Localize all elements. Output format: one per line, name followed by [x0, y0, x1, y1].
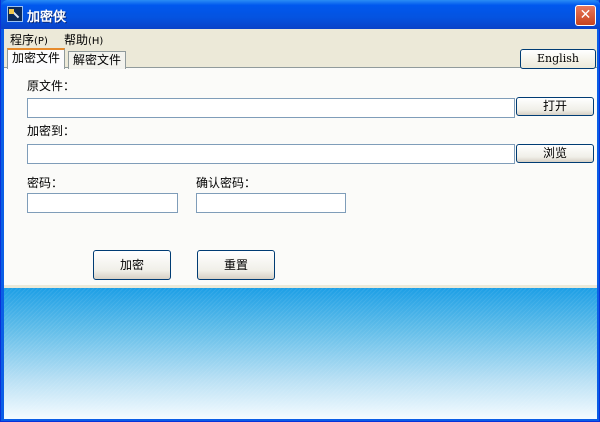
menu-program-label: 程序	[10, 33, 35, 47]
confirm-password-label: 确认密码：	[196, 176, 257, 190]
decorative-banner	[4, 288, 597, 419]
close-icon: ✕	[579, 7, 592, 23]
tab-decrypt-label: 解密文件	[73, 53, 122, 67]
app-icon	[7, 6, 23, 22]
menu-help[interactable]: 帮助(H)	[64, 31, 103, 48]
language-button[interactable]: English	[520, 49, 596, 69]
tab-encrypt-label: 加密文件	[12, 51, 61, 65]
encrypt-to-label: 加密到：	[27, 124, 76, 138]
menu-help-label: 帮助	[64, 33, 89, 47]
source-file-input[interactable]	[27, 98, 515, 118]
open-button[interactable]: 打开	[516, 97, 594, 116]
tab-decrypt-file[interactable]: 解密文件	[68, 51, 127, 69]
browse-button[interactable]: 浏览	[516, 144, 594, 163]
app-window: 加密侠 ✕ 程序(P) 帮助(H) 加密文件 解密文件 English 原文件：…	[0, 0, 600, 422]
encrypt-button[interactable]: 加密	[93, 250, 171, 280]
encrypt-to-input[interactable]	[27, 144, 515, 164]
title-bar[interactable]: 加密侠 ✕	[1, 0, 600, 29]
menu-program[interactable]: 程序(P)	[10, 31, 48, 48]
menu-program-accel: (P)	[34, 36, 48, 47]
menu-help-accel: (H)	[88, 36, 104, 47]
reset-button[interactable]: 重置	[197, 250, 275, 280]
close-button[interactable]: ✕	[575, 5, 596, 26]
tab-encrypt-file[interactable]: 加密文件	[7, 48, 66, 69]
source-file-label: 原文件：	[27, 79, 76, 93]
password-input[interactable]	[27, 193, 178, 213]
password-label: 密码：	[27, 176, 64, 190]
window-title: 加密侠	[27, 10, 67, 25]
client-area: 程序(P) 帮助(H) 加密文件 解密文件 English 原文件： 打开 加密…	[4, 29, 597, 419]
confirm-password-input[interactable]	[196, 193, 346, 213]
menu-bar: 程序(P) 帮助(H)	[4, 29, 597, 47]
